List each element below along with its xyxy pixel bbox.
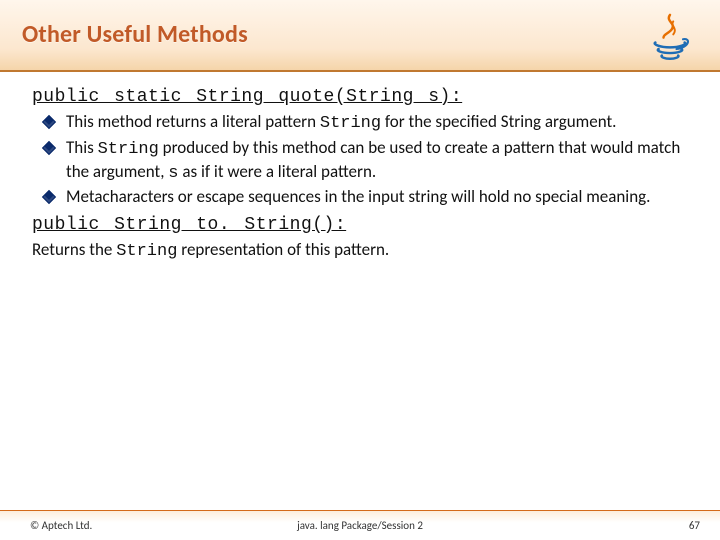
method-signature-tostring: public String to. String(): <box>32 214 688 237</box>
bullet-text: Metacharacters or escape sequences in th… <box>66 186 650 207</box>
bullet-text: for the specified String argument. <box>381 111 616 132</box>
slide-body: public static String quote(String s): Th… <box>0 72 720 510</box>
bullet-list: This method returns a literal pattern St… <box>32 111 688 208</box>
code-inline: String <box>98 140 159 159</box>
list-item: Metacharacters or escape sequences in th… <box>40 186 688 208</box>
footer-page-number: 67 <box>689 519 700 532</box>
body-line: Returns the String representation of thi… <box>32 239 688 263</box>
code-inline: String <box>320 114 381 133</box>
bullet-text: This method returns a literal pattern <box>66 111 320 132</box>
body-text: representation of this pattern. <box>177 239 389 260</box>
footer-copyright: © Aptech Ltd. <box>30 519 92 532</box>
body-text: Returns the <box>32 239 116 260</box>
code-inline: s <box>168 164 178 183</box>
slide: Other Useful Methods public static Strin… <box>0 0 720 540</box>
bullet-text: This <box>66 137 98 158</box>
code-inline: String <box>116 242 177 261</box>
footer-center: java. lang Package/Session 2 <box>0 519 720 532</box>
slide-header: Other Useful Methods <box>0 0 720 72</box>
slide-title: Other Useful Methods <box>22 20 720 49</box>
method-signature-quote: public static String quote(String s): <box>32 86 688 109</box>
list-item: This String produced by this method can … <box>40 137 688 185</box>
bullet-text: as if it were a literal pattern. <box>179 161 377 182</box>
list-item: This method returns a literal pattern St… <box>40 111 688 135</box>
slide-footer: © Aptech Ltd. java. lang Package/Session… <box>0 510 720 540</box>
java-logo-icon <box>644 10 696 62</box>
